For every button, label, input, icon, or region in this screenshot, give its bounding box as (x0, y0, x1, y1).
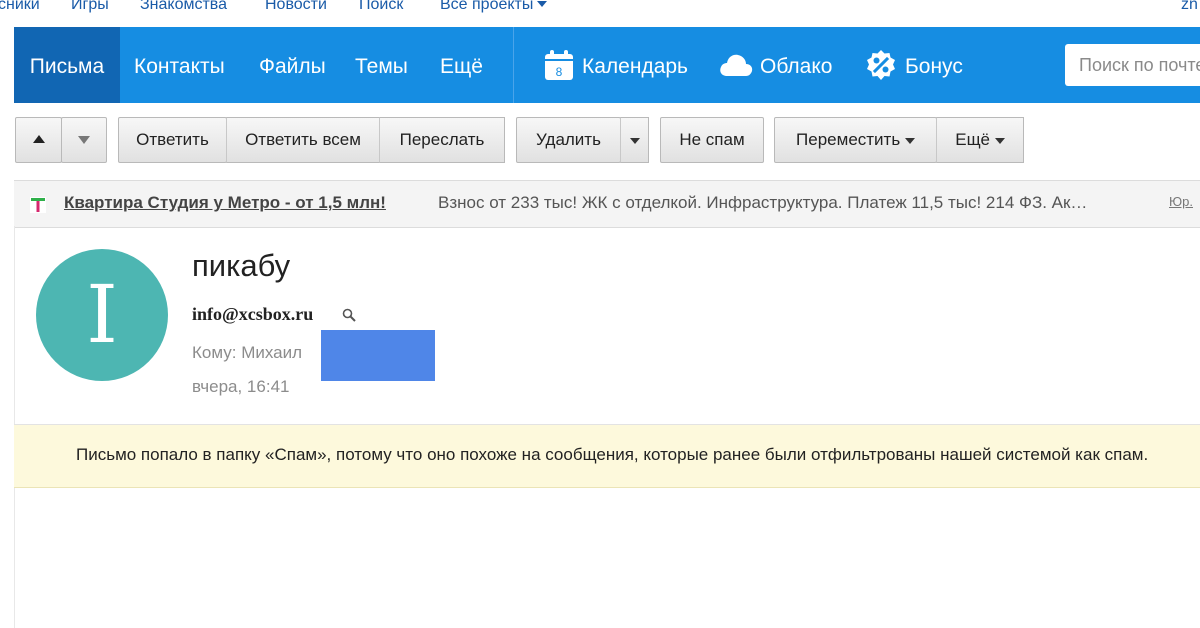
ad-text: Взнос от 233 тыс! ЖК с отделкой. Инфраст… (438, 193, 1088, 212)
portal-link-search[interactable]: Поиск (359, 0, 403, 14)
ad-logo-icon (30, 197, 46, 213)
ad-banner[interactable]: Квартира Студия у Метро - от 1,5 млн! Вз… (14, 180, 1200, 228)
move-button[interactable]: Переместить (774, 117, 937, 163)
reply-all-button[interactable]: Ответить всем (226, 117, 380, 163)
all-projects-label: Все проекты (440, 0, 534, 13)
recipient-name: Михаил (241, 343, 303, 362)
nav-cloud-link[interactable]: Облако (760, 27, 832, 103)
cloud-icon (720, 54, 753, 76)
sender-address[interactable]: info@xcsbox.ru (192, 304, 313, 325)
portal-link-all-projects[interactable]: Все проекты (440, 0, 548, 14)
arrow-down-icon (78, 136, 90, 144)
tab-contacts[interactable]: Контакты (134, 27, 225, 103)
portal-link-dating[interactable]: Знакомства (140, 0, 227, 14)
portal-bar: сники Игры Знакомства Новости Поиск Все … (0, 0, 1200, 22)
to-label: Кому: (192, 343, 237, 362)
message-date: вчера, 16:41 (192, 377, 290, 396)
calendar-icon: 8 (545, 50, 573, 80)
next-message-button[interactable] (61, 117, 107, 163)
more-label: Ещё (955, 130, 991, 149)
search-input[interactable]: Поиск по почте (1065, 44, 1200, 86)
tab-more[interactable]: Ещё (440, 27, 483, 103)
calendar-badge: 8 (556, 65, 563, 79)
portal-link-news[interactable]: Новости (265, 0, 327, 14)
main-nav: Письма Контакты Файлы Темы Ещё 8 Календа… (14, 27, 1200, 103)
tab-themes[interactable]: Темы (355, 27, 408, 103)
portal-link-games[interactable]: Игры (71, 0, 109, 14)
ad-legal-link[interactable]: Юр. (1169, 194, 1193, 209)
avatar: I (36, 249, 168, 381)
chevron-down-icon (537, 1, 548, 7)
tab-letters[interactable]: Письма (14, 27, 120, 103)
redaction-box (321, 330, 435, 381)
portal-user[interactable]: zn (1181, 0, 1198, 14)
nav-divider (513, 27, 514, 103)
portal-link[interactable]: сники (0, 0, 40, 14)
move-label: Переместить (796, 130, 901, 149)
not-spam-button[interactable]: Не спам (660, 117, 764, 163)
chevron-down-icon (994, 138, 1005, 144)
bonus-icon (867, 50, 895, 80)
spam-notice: Письмо попало в папку «Спам», потому что… (14, 425, 1200, 488)
chevron-down-icon (629, 138, 640, 144)
ad-title-link[interactable]: Квартира Студия у Метро - от 1,5 млн! (64, 193, 386, 213)
message-subject: пикабу (192, 248, 291, 283)
chevron-down-icon (904, 138, 915, 144)
more-actions-button[interactable]: Ещё (936, 117, 1024, 163)
nav-bonus-link[interactable]: Бонус (905, 27, 963, 103)
prev-message-button[interactable] (15, 117, 62, 163)
tab-files[interactable]: Файлы (259, 27, 326, 103)
nav-calendar-link[interactable]: Календарь (582, 27, 688, 103)
arrow-up-icon (32, 135, 45, 143)
search-icon[interactable] (342, 308, 356, 322)
spam-notice-text: Письмо попало в папку «Спам», потому что… (76, 445, 1149, 464)
reply-button[interactable]: Ответить (118, 117, 227, 163)
delete-button[interactable]: Удалить (516, 117, 621, 163)
delete-dropdown-button[interactable] (620, 117, 649, 163)
forward-button[interactable]: Переслать (379, 117, 505, 163)
recipient-line: Кому: Михаил (192, 343, 302, 363)
